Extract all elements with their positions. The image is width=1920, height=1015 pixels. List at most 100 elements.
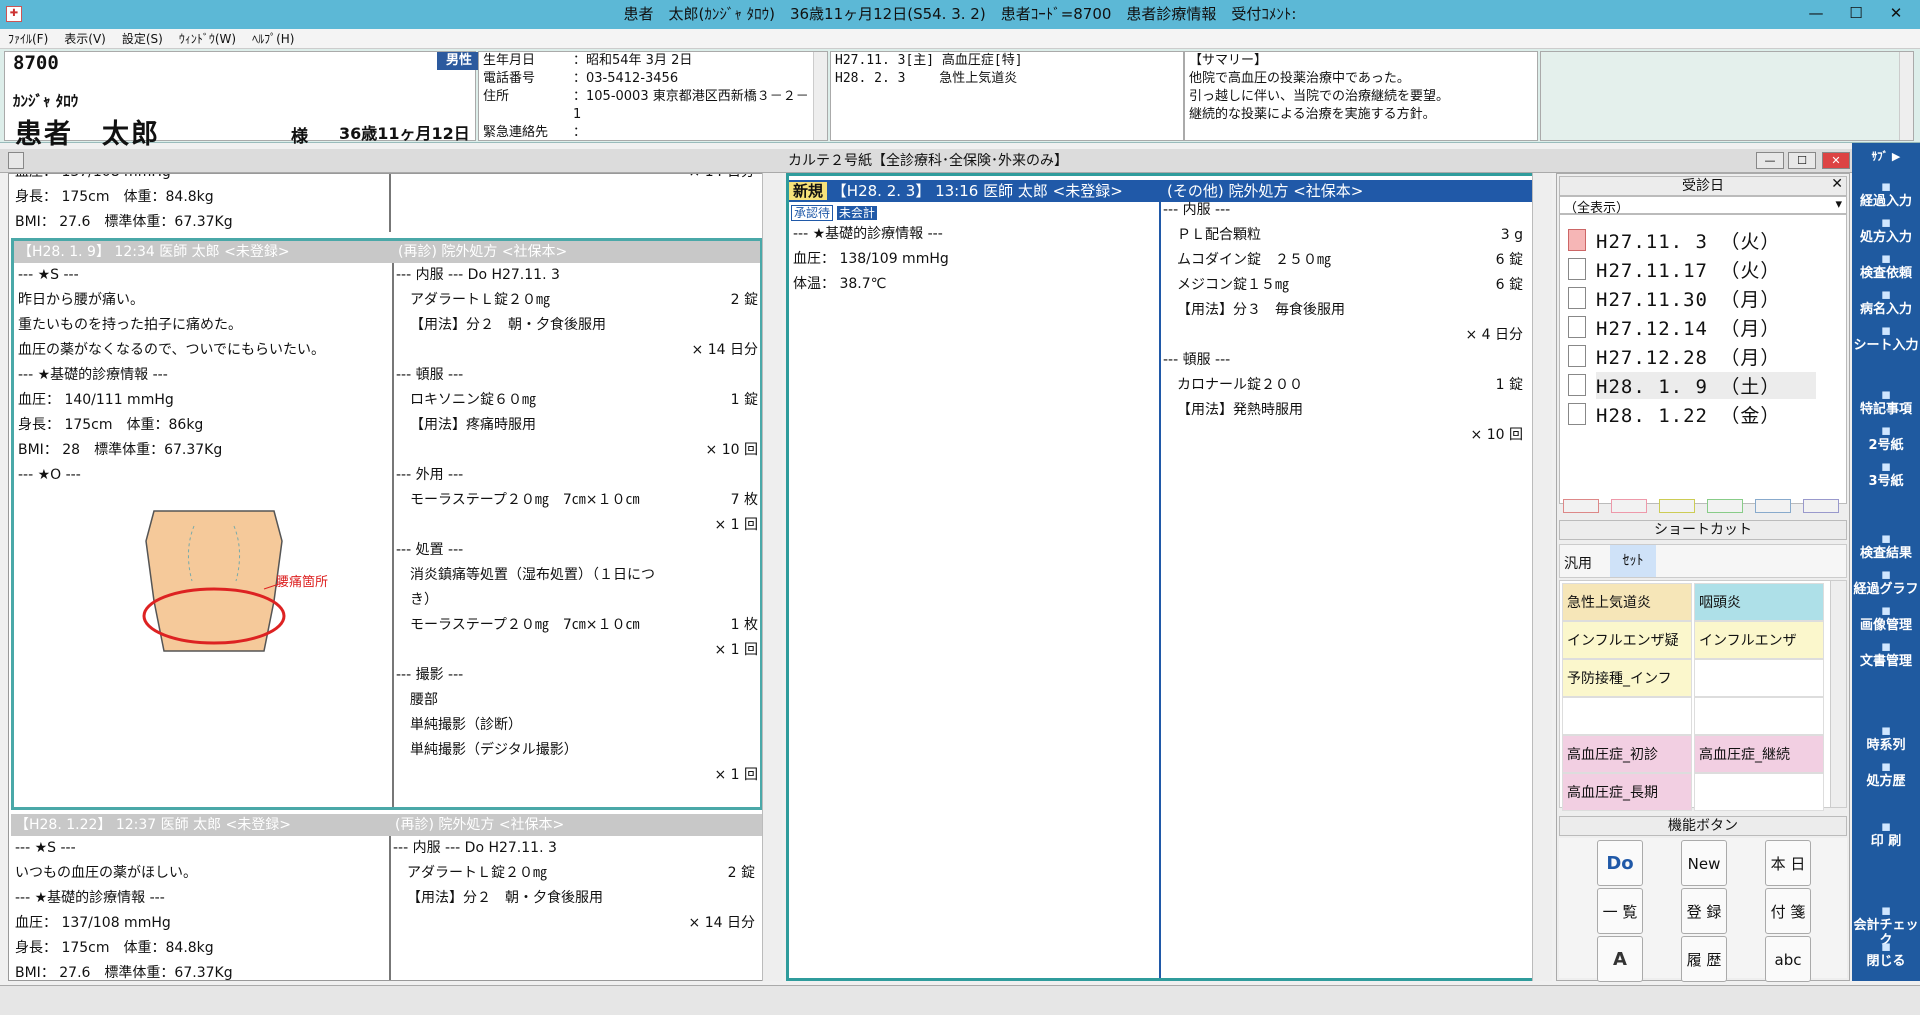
menu-help[interactable]: ﾍﾙﾌﾟ(H): [244, 29, 302, 49]
shortcut-item[interactable]: 高血圧症_初診: [1562, 735, 1692, 773]
karte-text-line: いつもの血圧の薬がほしい。: [15, 865, 197, 881]
rx-text: メジコン錠１５㎎: [1177, 277, 1289, 293]
info-label: 生年月日: [483, 53, 536, 68]
sidebar-button[interactable]: ▪ 閉じる: [1852, 939, 1920, 970]
function-button[interactable]: 付 箋: [1765, 888, 1811, 934]
sidebar-icon: ▪: [1880, 321, 1892, 339]
close-icon[interactable]: ✕: [1831, 176, 1843, 192]
new-entry-pane[interactable]: 新規 【H28. 2. 3】 13:16 医師 太郎 <未登録> (その他) 院…: [786, 173, 1552, 981]
rx-text: 単純撮影（デジタル撮影）: [410, 742, 578, 758]
tag-green-button[interactable]: [1707, 499, 1743, 513]
function-button[interactable]: A: [1597, 936, 1643, 982]
menu-file[interactable]: ﾌｧｲﾙ(F): [0, 29, 56, 49]
sidebar-button[interactable]: ▪ 画像管理: [1852, 603, 1920, 634]
function-button[interactable]: abc: [1765, 936, 1811, 982]
function-button[interactable]: 本 日: [1765, 840, 1811, 886]
shortcut-scrollbar[interactable]: [1830, 581, 1846, 807]
function-button[interactable]: 登 録: [1681, 888, 1727, 934]
visit-date-item[interactable]: H27.11.17 （火）: [1568, 256, 1780, 283]
info-scrollbar[interactable]: [813, 52, 827, 140]
visit-date-item[interactable]: H27.11.30 （月）: [1568, 285, 1780, 312]
function-button[interactable]: 履 歴: [1681, 936, 1727, 982]
sidebar-button[interactable]: ▪ 検査結果: [1852, 531, 1920, 562]
function-button[interactable]: New: [1681, 840, 1727, 886]
sidebar-button[interactable]: ▪ 2号紙: [1852, 423, 1920, 454]
karte-text-line: 昨日から腰が痛い。: [18, 292, 144, 308]
sidebar-button[interactable]: ▪ 文書管理: [1852, 639, 1920, 670]
karte-history-pane[interactable]: 血圧： 137/108 mmHg 身長： 175cm 体重：84.8kg BMI： …: [8, 173, 782, 981]
tag-red-button[interactable]: [1563, 499, 1599, 513]
visit-date-item[interactable]: H27.12.14 （月）: [1568, 314, 1780, 341]
function-button[interactable]: Do: [1597, 840, 1643, 886]
visit-filter-select[interactable]: （全表示） ▾: [1559, 196, 1847, 216]
shortcut-item[interactable]: 予防接種_インフ: [1562, 659, 1692, 697]
sidebar-button-label: 画像管理: [1859, 618, 1912, 633]
shortcut-item[interactable]: [1562, 697, 1692, 735]
visit-date-item[interactable]: H28. 1. 9 （土）: [1568, 372, 1816, 399]
shortcut-item[interactable]: インフルエンザ疑: [1562, 621, 1692, 659]
shortcut-item[interactable]: [1694, 773, 1824, 811]
patient-name: 患者 太郎: [15, 119, 160, 150]
rx-text: ＰＬ配合顆粒: [1177, 227, 1261, 243]
rx-line: --- 外用 ---: [396, 463, 766, 488]
shortcut-item[interactable]: [1694, 697, 1824, 735]
tag-purple-button[interactable]: [1803, 499, 1839, 513]
entry-header-right: (再診) 院外処方 <社保本>: [398, 244, 568, 260]
tab-general[interactable]: 汎用: [1564, 553, 1592, 573]
close-button[interactable]: ✕: [1876, 0, 1916, 28]
sidebar-button[interactable]: ▪ 処方歴: [1852, 759, 1920, 790]
tag-blue-button[interactable]: [1755, 499, 1791, 513]
sidebar-button[interactable]: ▪ 経過入力: [1852, 179, 1920, 210]
maximize-button[interactable]: ☐: [1836, 0, 1876, 28]
visit-date-item[interactable]: H27.11. 3 （火）: [1568, 227, 1780, 254]
shortcut-item[interactable]: 高血圧症_継続: [1694, 735, 1824, 773]
minimize-button[interactable]: —: [1796, 0, 1836, 28]
sidebar-button[interactable]: ▪ 3号紙: [1852, 459, 1920, 490]
sidebar-button[interactable]: ▪ 特記事項: [1852, 387, 1920, 418]
shortcut-grid: 急性上気道炎 咽頭炎 インフルエンザ疑 インフルエンザ 予防接種_インフ 高血圧症_初診高…: [1559, 580, 1847, 811]
menu-window[interactable]: ｳｨﾝﾄﾞｳ(W): [171, 29, 244, 49]
menu-view[interactable]: 表示(V): [56, 29, 114, 49]
rx-qty: × 10 回: [1470, 427, 1523, 443]
sidebar-button[interactable]: ▪ 経過グラフ: [1852, 565, 1920, 598]
sidebar-icon: ▪: [1880, 565, 1892, 583]
new-entry-scrollbar[interactable]: [1532, 173, 1552, 981]
karte-close-button[interactable]: ✕: [1822, 152, 1850, 169]
sidebar-icon: ▪: [1880, 285, 1892, 303]
tab-set[interactable]: ｾｯﾄ: [1610, 545, 1656, 577]
karte-entry-h28-1-22[interactable]: 【H28. 1.22】 12:37 医師 太郎 <未登録> (再診) 院外処方 <…: [11, 814, 763, 980]
shortcut-item[interactable]: 高血圧症_長期: [1562, 773, 1692, 811]
sidebar-button[interactable]: ▪ 検査依頼: [1852, 251, 1920, 282]
memo-scrollbar[interactable]: [1899, 52, 1913, 140]
tag-yellow-button[interactable]: [1659, 499, 1695, 513]
history-scrollbar[interactable]: [762, 173, 782, 981]
visit-date-item[interactable]: H27.12.28 （月）: [1568, 343, 1780, 370]
rx-line: 消炎鎮痛等処置（湿布処置）（１日につ: [396, 563, 766, 588]
diagnosis-panel[interactable]: H27.11. 3[主] 高血圧症[特] H28. 2. 3 急性上気道炎: [830, 51, 1184, 141]
sidebar: ｻﾌﾞ ▶ ▪ 経過入力 ▪ 処方入力 ▪ 検査依頼 ▪ 病名入力 ▪ シート入力 ▪ 特記事項 ▪ 2号…: [1852, 143, 1920, 981]
shortcut-item[interactable]: インフルエンザ: [1694, 621, 1824, 659]
summary-panel[interactable]: 【サマリー】 他院で高血圧の投薬治療中であった。 引っ越しに伴い、当院での治療継…: [1184, 51, 1538, 141]
shortcut-item[interactable]: 咽頭炎: [1694, 583, 1824, 621]
rx-line: モーラステープ２０㎎ 7㎝×１０㎝ 7 枚: [396, 488, 766, 513]
sidebar-button[interactable]: ▪ 病名入力: [1852, 285, 1920, 318]
karte-entry-h28-1-9[interactable]: 【H28. 1. 9】 12:34 医師 太郎 <未登録> (再診) 院外処方 <…: [11, 238, 763, 810]
memo-panel[interactable]: [1540, 51, 1914, 141]
sidebar-button[interactable]: ▪ 時系列: [1852, 723, 1920, 754]
sub-menu-button[interactable]: ｻﾌﾞ ▶: [1852, 149, 1920, 164]
menu-settings[interactable]: 設定(S): [114, 29, 171, 49]
karte-maximize-button[interactable]: ☐: [1788, 152, 1816, 169]
sidebar-button[interactable]: ▪ シート入力: [1852, 321, 1920, 354]
sidebar-button[interactable]: ▪ 処方入力: [1852, 215, 1920, 246]
function-button[interactable]: 一 覧: [1597, 888, 1643, 934]
sidebar-button[interactable]: ▪ 印 刷: [1852, 819, 1920, 850]
rx-line: --- 処置 ---: [396, 538, 766, 563]
shortcut-item[interactable]: [1694, 659, 1824, 697]
tag-orange-button[interactable]: [1611, 499, 1647, 513]
shortcut-item[interactable]: 急性上気道炎: [1562, 583, 1692, 621]
karte-minimize-button[interactable]: —: [1756, 152, 1784, 169]
rx-line: 【用法】分２ 朝・夕食後服用: [393, 886, 763, 911]
rx-text: 【用法】発熱時服用: [1177, 402, 1303, 418]
sidebar-button-label: 時系列: [1866, 738, 1906, 753]
visit-date-item[interactable]: H28. 1.22 （金）: [1568, 401, 1780, 428]
